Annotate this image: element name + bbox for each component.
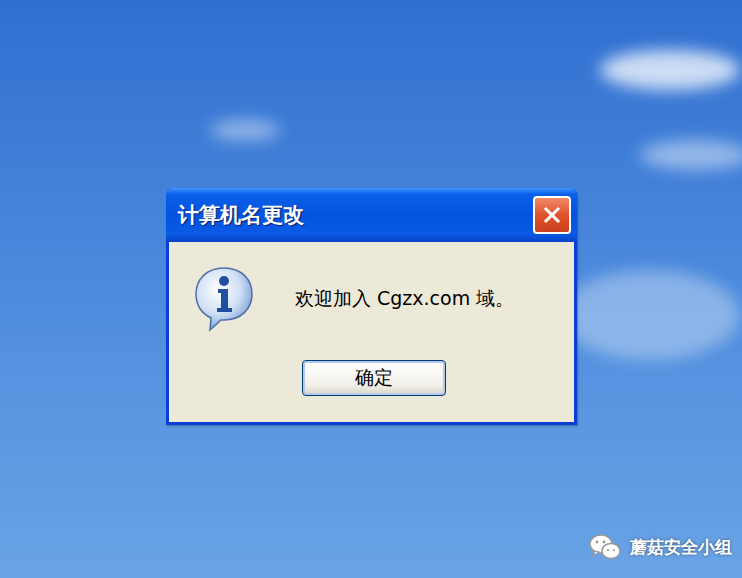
desktop: 计算机名更改 欢迎加入 Cgzx.com 域。 确定 蘑菇安全小组 xyxy=(0,0,742,578)
watermark: 蘑菇安全小组 xyxy=(588,532,732,562)
wechat-icon xyxy=(588,532,622,562)
window-title: 计算机名更改 xyxy=(178,201,304,229)
dialog-body: 欢迎加入 Cgzx.com 域。 确定 xyxy=(169,242,574,422)
message-text: 欢迎加入 Cgzx.com 域。 xyxy=(295,286,514,312)
message-row: 欢迎加入 Cgzx.com 域。 xyxy=(193,266,554,332)
close-button[interactable] xyxy=(533,196,571,234)
watermark-text: 蘑菇安全小组 xyxy=(630,536,732,559)
information-icon xyxy=(193,266,255,332)
title-bar[interactable]: 计算机名更改 xyxy=(166,188,577,242)
dialog-window: 计算机名更改 欢迎加入 Cgzx.com 域。 确定 xyxy=(166,188,577,425)
button-row: 确定 xyxy=(193,360,554,396)
cloud xyxy=(560,270,740,360)
close-icon xyxy=(542,205,562,225)
cloud xyxy=(640,140,742,170)
cloud xyxy=(600,50,740,90)
ok-button[interactable]: 确定 xyxy=(302,360,446,396)
cloud xyxy=(210,120,280,140)
